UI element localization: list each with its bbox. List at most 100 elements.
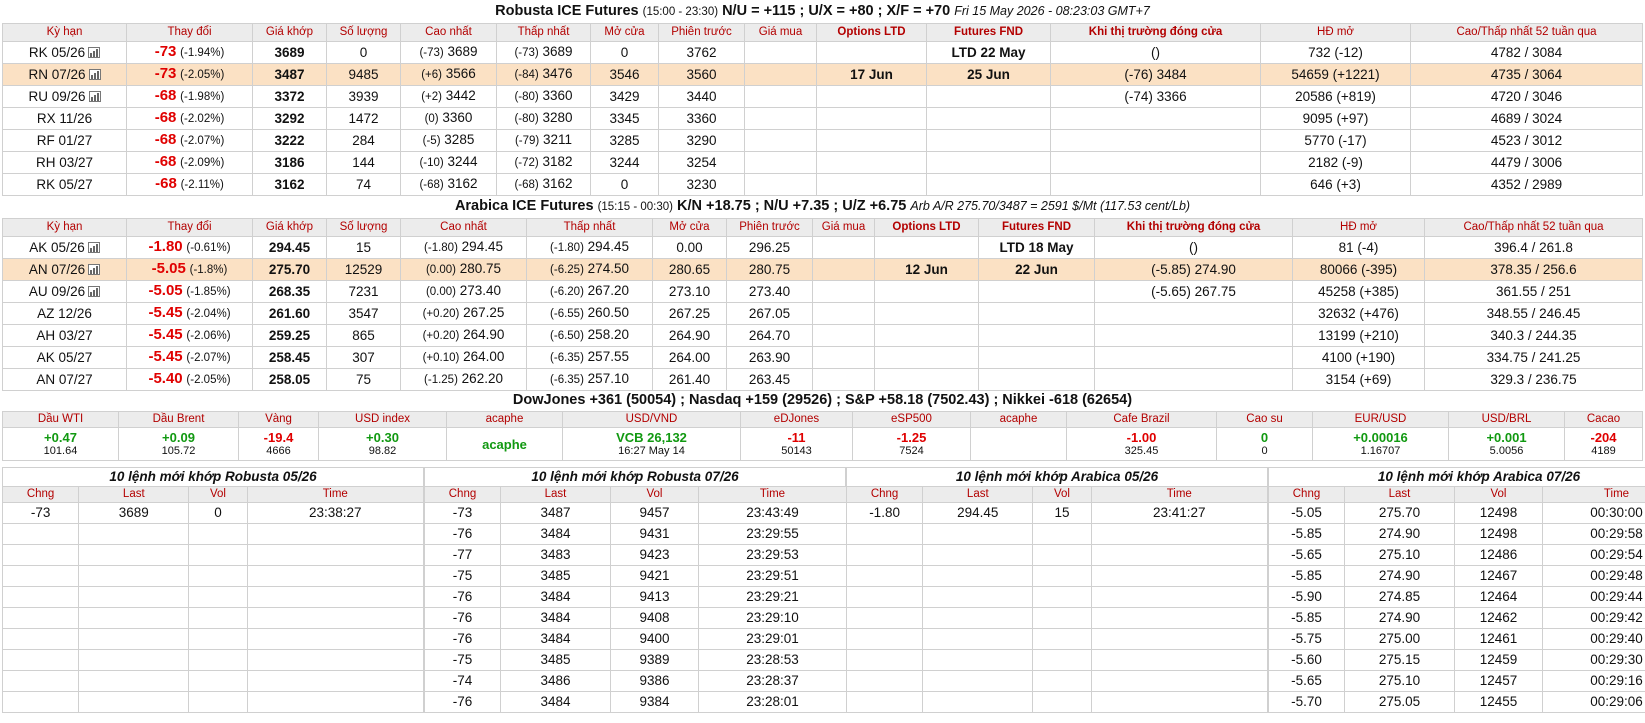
contract-symbol: AK 05/26 bbox=[2, 236, 127, 259]
trade-cell bbox=[922, 586, 1034, 608]
open-price: 3546 bbox=[590, 63, 659, 86]
arabica-header-row: Kỳ hạn Thay đổi Giá khớp Số lượng Cao nhất Th… bbox=[2, 218, 1643, 237]
trade-cell: 9423 bbox=[610, 544, 699, 566]
high-value: 280.75 bbox=[459, 261, 502, 276]
index-name: Cacao bbox=[1564, 411, 1643, 428]
contract-row[interactable]: RU 09/26 -68 (-1.98%) 3372 3939 (+2) 3442 (-8… bbox=[2, 85, 1643, 108]
index-cell[interactable] bbox=[970, 427, 1067, 461]
trade-cell: 3484 bbox=[500, 628, 611, 650]
contract-row[interactable]: AU 09/26 -5.05 (-1.85%) 268.35 7231 (0.00) 2… bbox=[2, 280, 1643, 303]
index-cell[interactable]: +0.001 5.0056 bbox=[1448, 427, 1565, 461]
trade-cell: 00:30:00 bbox=[1542, 502, 1645, 524]
contract-row[interactable]: RX 11/26 -68 (-2.02%) 3292 1472 (0) 3360 (-80… bbox=[2, 107, 1643, 130]
index-change: +0.30 bbox=[366, 430, 399, 445]
column-header: Chng bbox=[424, 486, 501, 503]
trade-row: -77 3483 9423 23:29:53 bbox=[424, 544, 847, 566]
index-value: 4666 bbox=[266, 445, 291, 457]
trade-cell bbox=[845, 628, 924, 650]
index-name: Dầu WTI bbox=[2, 411, 119, 428]
contract-row[interactable]: RH 03/27 -68 (-2.09%) 3186 144 (-10) 3244 (-7… bbox=[2, 151, 1643, 174]
contract-row[interactable]: RF 01/27 -68 (-2.07%) 3222 284 (-5) 3285 (-79… bbox=[2, 129, 1643, 152]
high-cell: (+0.10) 264.00 bbox=[400, 346, 527, 369]
index-name: acaphe bbox=[446, 411, 563, 428]
high-change: (-1.80) bbox=[424, 242, 458, 254]
contract-row[interactable]: RK 05/26 -73 (-1.94%) 3689 0 (-73) 3689 (-73)… bbox=[2, 41, 1643, 64]
trade-cell bbox=[1032, 670, 1092, 692]
trade-cell bbox=[845, 607, 924, 629]
contract-row[interactable]: AK 05/27 -5.45 (-2.07%) 258.45 307 (+0.10) 2… bbox=[2, 346, 1643, 369]
trade-cell: 12461 bbox=[1454, 628, 1543, 650]
index-cell[interactable]: +0.00016 1.16707 bbox=[1312, 427, 1449, 461]
change-value: -73 bbox=[154, 43, 177, 60]
contract-row[interactable]: AZ 12/26 -5.45 (-2.04%) 261.60 3547 (+0.20) … bbox=[2, 302, 1643, 325]
index-cell[interactable]: -204 4189 bbox=[1564, 427, 1643, 461]
trade-cell: 275.05 bbox=[1344, 691, 1455, 713]
index-cell[interactable]: 00 bbox=[1216, 427, 1313, 461]
chart-icon[interactable] bbox=[87, 241, 100, 253]
bid-price bbox=[744, 151, 817, 174]
change-percent: (-2.05%) bbox=[186, 374, 231, 386]
change-value: -5.40 bbox=[148, 370, 183, 387]
futures-fnd: LTD 22 May bbox=[926, 41, 1051, 64]
index-cell[interactable]: -1.25 7524 bbox=[852, 427, 971, 461]
volume: 3939 bbox=[326, 85, 401, 108]
high-change: (+2) bbox=[421, 91, 442, 103]
previous-close: 263.45 bbox=[726, 368, 813, 391]
trade-row: -1.80 294.45 15 23:41:27 bbox=[845, 502, 1269, 524]
previous-close: 267.05 bbox=[726, 302, 813, 325]
open-interest: 732 (-12) bbox=[1260, 41, 1411, 64]
change-cell: -73 (-1.94%) bbox=[126, 41, 253, 64]
options-ltd bbox=[874, 302, 979, 325]
market-close bbox=[1094, 302, 1293, 325]
index-cell[interactable]: +0.47 101.64 bbox=[2, 427, 119, 461]
column-header: Chng bbox=[845, 486, 924, 503]
volume: 307 bbox=[326, 346, 401, 369]
trade-cell bbox=[1, 565, 80, 587]
index-cell[interactable]: VCB 26,132 16:27 May 14 bbox=[562, 427, 741, 461]
contract-row[interactable]: AK 05/26 -1.80 (-0.61%) 294.45 15 (-1.80) 29… bbox=[2, 236, 1643, 259]
previous-close: 3440 bbox=[658, 85, 745, 108]
chart-icon[interactable] bbox=[88, 263, 101, 275]
trade-cell: 9413 bbox=[610, 586, 699, 608]
chart-icon[interactable] bbox=[88, 285, 101, 297]
symbol-text: RK 05/26 bbox=[28, 44, 86, 60]
options-ltd bbox=[816, 85, 927, 108]
contract-row[interactable]: AN 07/27 -5.40 (-2.05%) 258.05 75 (-1.25) 26… bbox=[2, 368, 1643, 391]
column-header: Options LTD bbox=[816, 23, 927, 42]
chart-icon[interactable] bbox=[88, 90, 101, 102]
index-cell[interactable]: -11 50143 bbox=[740, 427, 853, 461]
chart-icon[interactable] bbox=[88, 46, 101, 58]
trade-row bbox=[845, 628, 1269, 650]
contract-row[interactable]: AN 07/26 -5.05 (-1.8%) 275.70 12529 (0.00) 2… bbox=[2, 258, 1643, 281]
trade-cell: 9389 bbox=[610, 649, 699, 671]
high-value: 264.00 bbox=[463, 349, 505, 364]
high-value: 273.40 bbox=[459, 283, 502, 298]
low-change: (-80) bbox=[514, 113, 539, 125]
index-cell[interactable]: +0.09 105.72 bbox=[118, 427, 239, 461]
index-cell[interactable]: -19.4 4666 bbox=[238, 427, 319, 461]
trade-cell: -5.65 bbox=[1268, 544, 1345, 566]
change-cell: -5.05 (-1.85%) bbox=[126, 280, 253, 303]
trade-cell bbox=[922, 523, 1034, 545]
market-close bbox=[1050, 107, 1261, 130]
previous-close: 3560 bbox=[658, 63, 745, 86]
trade-cell: 12498 bbox=[1454, 523, 1543, 545]
trade-row bbox=[1, 628, 425, 650]
index-cell[interactable]: acaphe bbox=[446, 427, 563, 461]
index-cell[interactable]: +0.30 98.82 bbox=[318, 427, 447, 461]
high-cell: (0.00) 280.75 bbox=[400, 258, 527, 281]
contract-row[interactable]: RN 07/26 -73 (-2.05%) 3487 9485 (+6) 3566 (-8… bbox=[2, 63, 1643, 86]
contract-symbol: RH 03/27 bbox=[2, 151, 127, 174]
change-cell: -1.80 (-0.61%) bbox=[126, 236, 253, 259]
contract-row[interactable]: AH 03/27 -5.45 (-2.06%) 259.25 865 (+0.20) 2… bbox=[2, 324, 1643, 347]
trade-cell: 3486 bbox=[500, 670, 611, 692]
trade-cell bbox=[845, 649, 924, 671]
column-header: Time bbox=[1542, 486, 1645, 503]
trade-cell bbox=[1090, 586, 1269, 608]
market-close bbox=[1050, 173, 1261, 196]
contract-row[interactable]: RK 05/27 -68 (-2.11%) 3162 74 (-68) 3162 (-68… bbox=[2, 173, 1643, 196]
low-value: 260.50 bbox=[587, 305, 629, 320]
index-cell[interactable]: -1.00 325.45 bbox=[1066, 427, 1217, 461]
chart-icon[interactable] bbox=[88, 68, 101, 80]
trade-row: -74 3486 9386 23:28:37 bbox=[424, 670, 847, 692]
